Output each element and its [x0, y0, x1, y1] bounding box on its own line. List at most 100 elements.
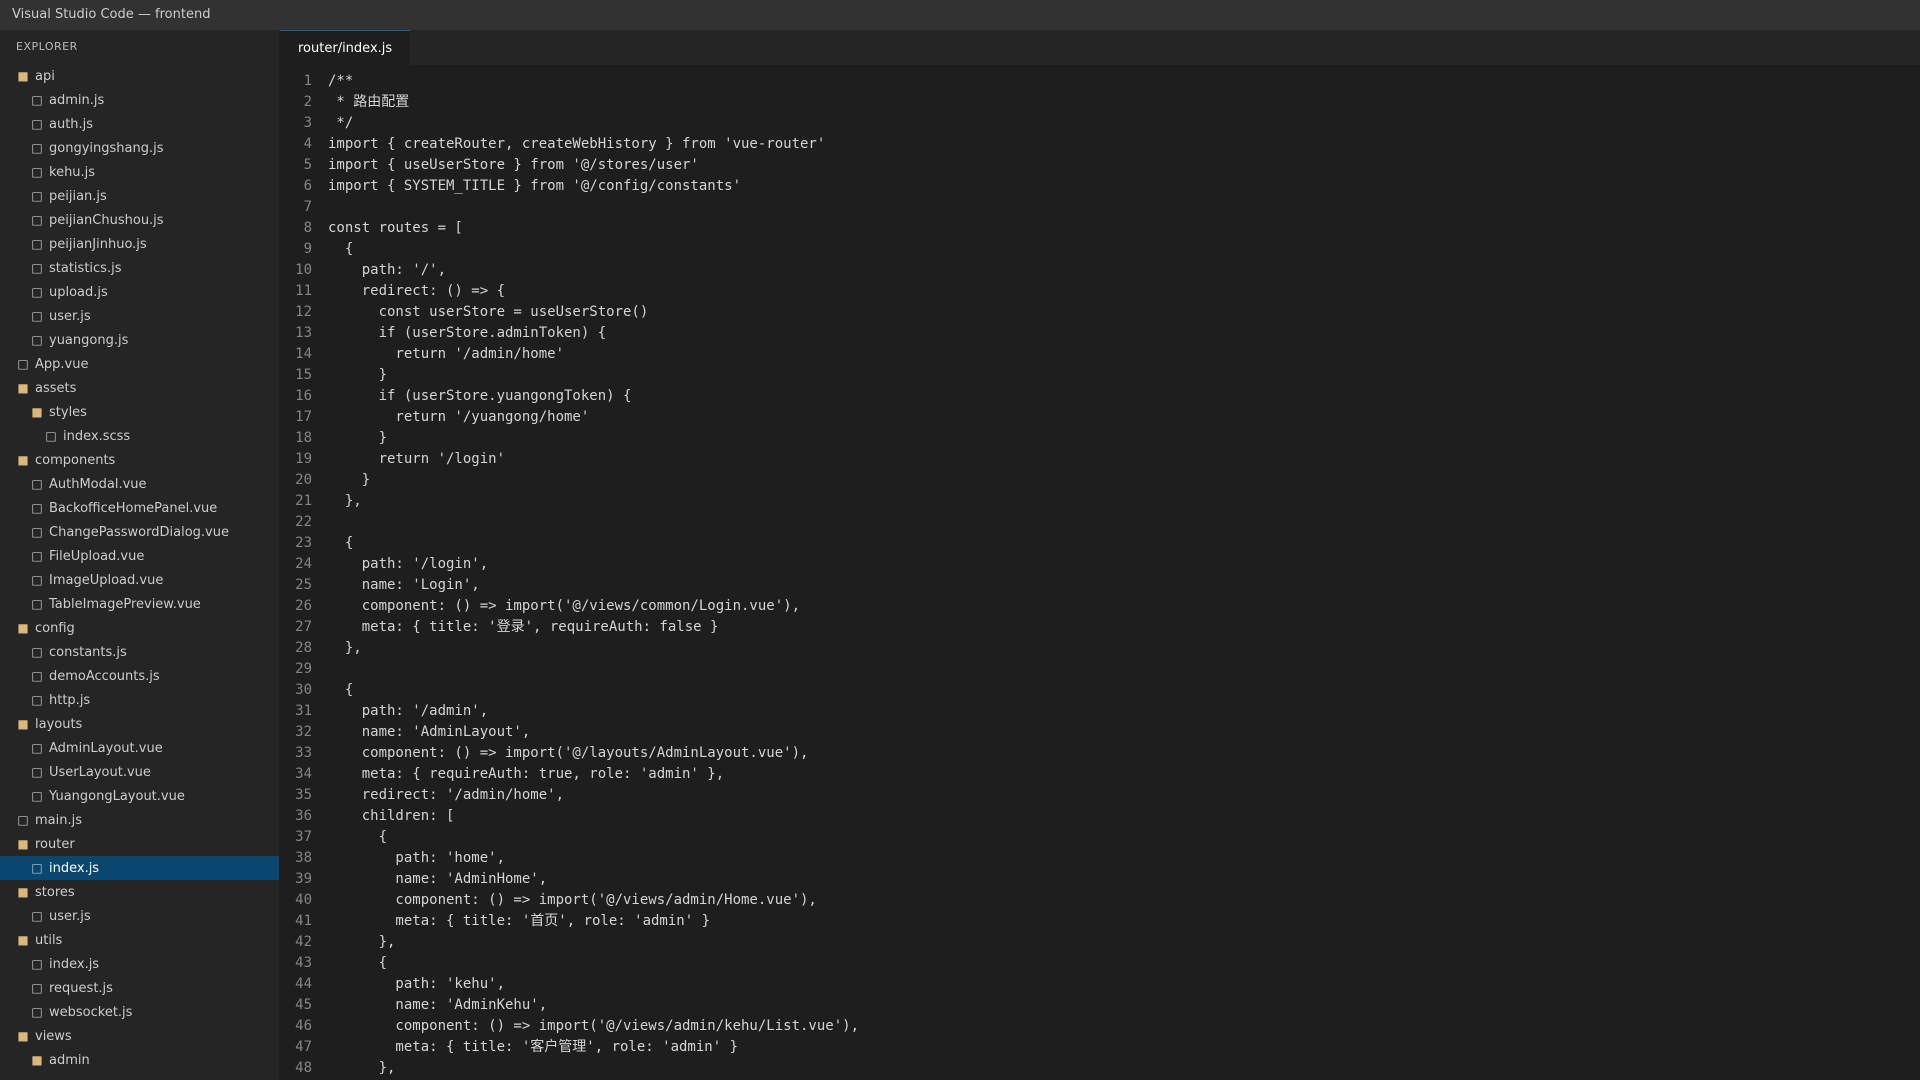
tree-folder[interactable]: ■ stores: [0, 880, 279, 904]
tree-file[interactable]: □ App.vue: [0, 352, 279, 376]
tree-file[interactable]: □ gongyingshang.js: [0, 136, 279, 160]
file-icon: □: [31, 765, 43, 779]
tree-file[interactable]: □ ImageUpload.vue: [0, 568, 279, 592]
tree-file[interactable]: □ user.js: [0, 904, 279, 928]
code-text: },: [328, 640, 362, 656]
editor-tab[interactable]: router/index.js: [280, 30, 411, 65]
code-line: 17 return '/yuangong/home': [280, 407, 1920, 428]
file-icon: □: [31, 525, 43, 539]
code-line: 35 redirect: '/admin/home',: [280, 785, 1920, 806]
tree-file[interactable]: □ UserLayout.vue: [0, 760, 279, 784]
file-icon: □: [31, 141, 43, 155]
code-line: 32 name: 'AdminLayout',: [280, 722, 1920, 743]
tree-file[interactable]: □ AuthModal.vue: [0, 472, 279, 496]
tree-item-label: admin.js: [49, 92, 105, 108]
tree-item-label: user.js: [49, 908, 91, 924]
tree-file[interactable]: □ peijian.js: [0, 184, 279, 208]
line-number: 18: [295, 430, 312, 446]
folder-icon: ■: [17, 1029, 29, 1043]
code-line: 16 if (userStore.yuangongToken) {: [280, 386, 1920, 407]
code-line: 22: [280, 512, 1920, 533]
tree-item-label: layouts: [35, 716, 83, 732]
code-text: {: [328, 241, 354, 257]
line-number: 37: [295, 829, 312, 845]
tree-item-label: ImageUpload.vue: [49, 572, 164, 588]
code-text: {: [328, 955, 388, 971]
file-icon: □: [31, 693, 43, 707]
tree-file[interactable]: □ user.js: [0, 304, 279, 328]
tree-folder[interactable]: ■ config: [0, 616, 279, 640]
code-text: redirect: '/admin/home',: [328, 787, 565, 803]
tree-file[interactable]: □ yuangong.js: [0, 328, 279, 352]
line-number: 33: [295, 745, 312, 761]
tree-folder[interactable]: ■ styles: [0, 400, 279, 424]
tree-file[interactable]: □ http.js: [0, 688, 279, 712]
tree-file[interactable]: □ FileUpload.vue: [0, 544, 279, 568]
tree-file[interactable]: □ kehu.js: [0, 160, 279, 184]
tree-file[interactable]: □ upload.js: [0, 280, 279, 304]
file-icon: □: [31, 573, 43, 587]
tree-folder[interactable]: ■ assets: [0, 376, 279, 400]
tree-file[interactable]: □ admin.js: [0, 88, 279, 112]
file-icon: □: [17, 813, 29, 827]
tree-file[interactable]: □ peijianJinhuo.js: [0, 232, 279, 256]
tree-folder[interactable]: ■ api: [0, 64, 279, 88]
code-text: return '/yuangong/home': [328, 409, 590, 425]
tree-item-label: styles: [49, 404, 87, 420]
tree-item-label: admin: [49, 1052, 90, 1068]
code-editor[interactable]: 1/** 2 * 路由配置 3 */4 import { createRouter, …: [280, 65, 1920, 1079]
code-text: component: () => import('@/views/admin/k…: [328, 1018, 860, 1034]
tree-folder[interactable]: ■ components: [0, 448, 279, 472]
code-text: component: () => import('@/layouts/Admin…: [328, 745, 809, 761]
line-number: 8: [303, 220, 312, 236]
tree-file[interactable]: □ demoAccounts.js: [0, 664, 279, 688]
tree-file[interactable]: □ index.js: [0, 952, 279, 976]
tree-file[interactable]: □ index.js: [0, 856, 279, 880]
tree-file[interactable]: □ AdminLayout.vue: [0, 736, 279, 760]
line-number: 2: [303, 94, 312, 110]
file-icon: □: [31, 645, 43, 659]
tree-folder[interactable]: ■ views: [0, 1024, 279, 1048]
tree-item-label: peijian.js: [49, 188, 107, 204]
code-line: 25 name: 'Login',: [280, 575, 1920, 596]
tree-file[interactable]: □ index.scss: [0, 424, 279, 448]
tree-file[interactable]: □ peijianChushou.js: [0, 208, 279, 232]
tree-file[interactable]: □ request.js: [0, 976, 279, 1000]
code-text: component: () => import('@/views/common/…: [328, 598, 801, 614]
code-line: 18 }: [280, 428, 1920, 449]
tree-file[interactable]: □ ChangePasswordDialog.vue: [0, 520, 279, 544]
tree-file[interactable]: □ statistics.js: [0, 256, 279, 280]
tree-item-label: UserLayout.vue: [49, 764, 151, 780]
code-text: /**: [328, 73, 354, 89]
code-text: },: [328, 934, 396, 950]
code-line: 19 return '/login': [280, 449, 1920, 470]
tree-folder[interactable]: ■ router: [0, 832, 279, 856]
line-number: 14: [295, 346, 312, 362]
tree-file[interactable]: □ TableImagePreview.vue: [0, 592, 279, 616]
tree-item-label: YuangongLayout.vue: [49, 788, 185, 804]
tree-file[interactable]: □ auth.js: [0, 112, 279, 136]
folder-icon: ■: [17, 885, 29, 899]
line-number: 3: [303, 115, 312, 131]
tree-file[interactable]: □ main.js: [0, 808, 279, 832]
tree-item-label: http.js: [49, 692, 91, 708]
file-icon: □: [31, 789, 43, 803]
code-text: return '/admin/home': [328, 346, 565, 362]
tree-file[interactable]: □ constants.js: [0, 640, 279, 664]
line-number: 13: [295, 325, 312, 341]
file-icon: □: [31, 549, 43, 563]
tree-folder[interactable]: ■ utils: [0, 928, 279, 952]
tree-item-label: gongyingshang.js: [49, 140, 164, 156]
tree-file[interactable]: □ YuangongLayout.vue: [0, 784, 279, 808]
code-text: redirect: () => {: [328, 283, 506, 299]
tree-item-label: assets: [35, 380, 77, 396]
file-icon: □: [31, 309, 43, 323]
tree-item-label: demoAccounts.js: [49, 668, 160, 684]
tree-folder[interactable]: ■ admin: [0, 1048, 279, 1072]
tree-folder[interactable]: ■ layouts: [0, 712, 279, 736]
code-line: 3 */: [280, 113, 1920, 134]
tree-file[interactable]: □ websocket.js: [0, 1000, 279, 1024]
tree-file[interactable]: □ BackofficeHomePanel.vue: [0, 496, 279, 520]
code-line: 34 meta: { requireAuth: true, role: 'adm…: [280, 764, 1920, 785]
code-line: 21 },: [280, 491, 1920, 512]
